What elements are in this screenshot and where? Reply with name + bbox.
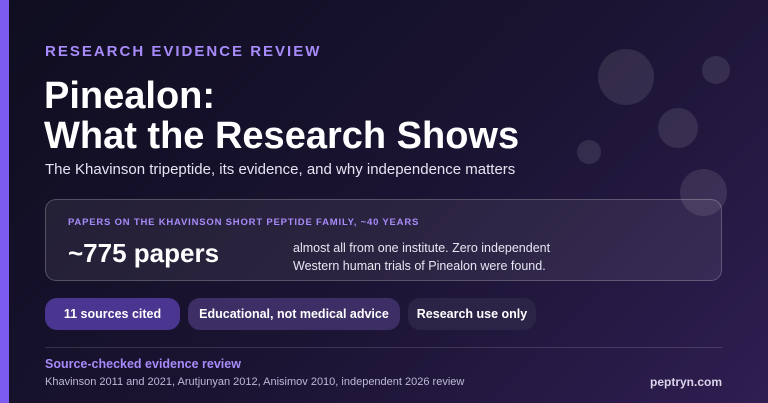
page-subtitle: The Khavinson tripeptide, its evidence, … bbox=[45, 161, 516, 178]
page-title-line-1: Pinealon: bbox=[44, 75, 216, 117]
decorative-bubble bbox=[577, 140, 601, 164]
page-title: Pinealon: What the Research Shows bbox=[44, 76, 519, 156]
stat-description-line-2: Western human trials of Pinealon were fo… bbox=[293, 259, 546, 273]
accent-bar bbox=[0, 0, 9, 403]
decorative-bubble bbox=[598, 49, 654, 105]
footer-sources: Khavinson 2011 and 2021, Arutjunyan 2012… bbox=[45, 376, 465, 388]
stat-description: almost all from one institute. Zero inde… bbox=[293, 239, 613, 275]
eyebrow-label: RESEARCH EVIDENCE REVIEW bbox=[45, 43, 322, 60]
stat-label: PAPERS ON THE KHAVINSON SHORT PEPTIDE FA… bbox=[68, 217, 420, 228]
disclaimer-badge: Educational, not medical advice bbox=[188, 298, 400, 330]
footer-divider bbox=[45, 347, 722, 348]
stat-value: ~775 papers bbox=[68, 238, 220, 268]
brand-link[interactable]: peptryn.com bbox=[650, 375, 722, 389]
footer-title: Source-checked evidence review bbox=[45, 357, 241, 371]
decorative-bubble bbox=[658, 108, 698, 148]
stat-card: PAPERS ON THE KHAVINSON SHORT PEPTIDE FA… bbox=[45, 199, 722, 281]
stat-description-line-1: almost all from one institute. Zero inde… bbox=[293, 241, 551, 255]
sources-badge: 11 sources cited bbox=[45, 298, 180, 330]
research-use-badge: Research use only bbox=[408, 298, 536, 330]
page-title-line-2: What the Research Shows bbox=[44, 115, 520, 157]
decorative-bubble bbox=[702, 56, 730, 84]
